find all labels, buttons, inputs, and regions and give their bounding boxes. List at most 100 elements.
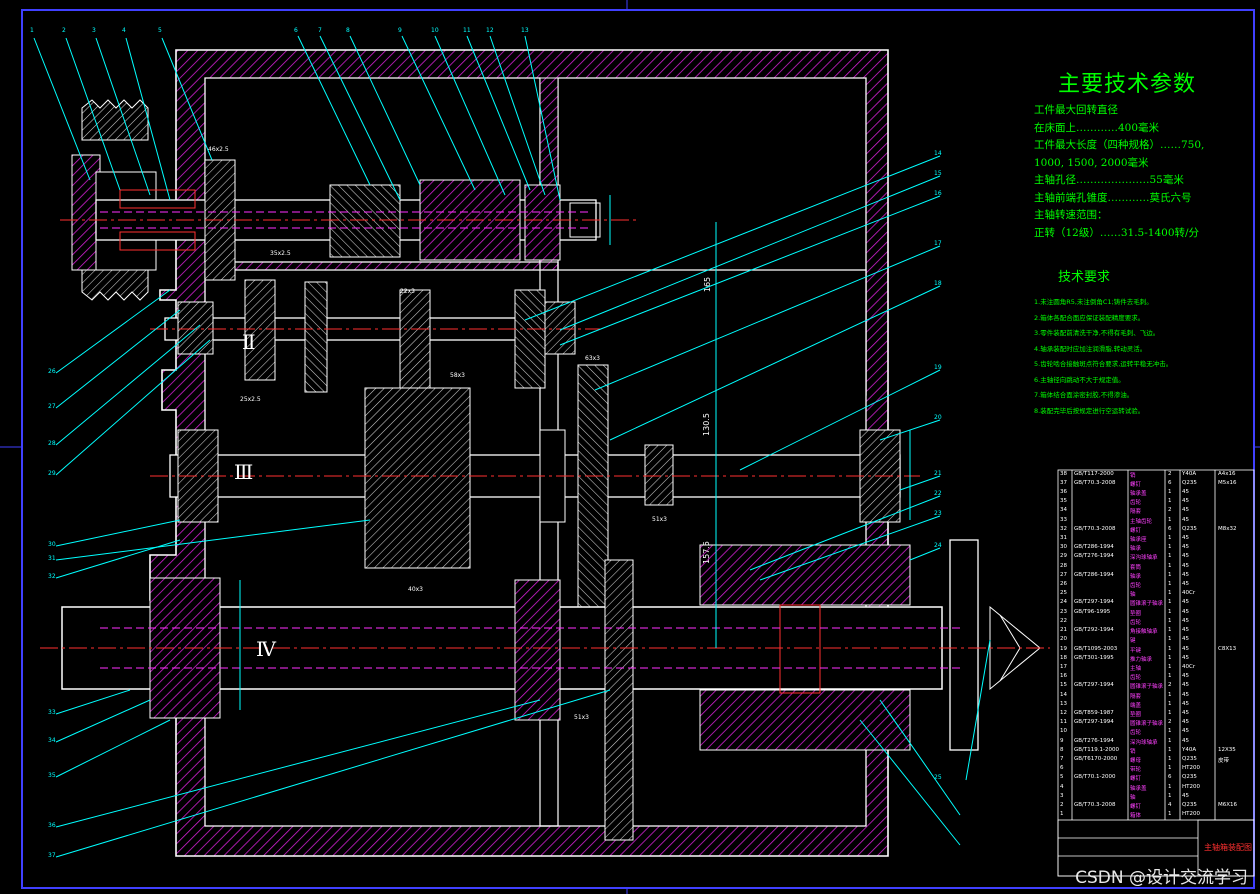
bom-cell: 31: [1060, 534, 1067, 541]
bom-cell: 皮带: [1218, 758, 1230, 765]
bom-cell: 2: [1060, 802, 1064, 809]
bom-cell: 45: [1182, 682, 1189, 689]
bom-cell: 17: [1060, 663, 1067, 670]
callout-number: 15: [934, 170, 942, 177]
callout-number: 7: [318, 27, 322, 34]
bom-cell: 1: [1168, 663, 1172, 670]
bom-cell: 4: [1168, 802, 1172, 809]
bom-cell: 齿轮: [1130, 619, 1142, 626]
callout-number: 30: [48, 541, 56, 548]
bom-cell: 2: [1168, 719, 1172, 726]
dim-gear-6: 63x3: [585, 355, 601, 362]
callout-number: 10: [431, 27, 439, 34]
dim-gear-1: 46x2.5: [208, 146, 229, 153]
bom-cell: 5: [1060, 774, 1064, 781]
bom-cell: 9: [1060, 737, 1064, 744]
bom-cell: 26: [1060, 581, 1067, 588]
dim-gear-5: 51x3: [652, 516, 668, 523]
bom-cell: 带轮: [1130, 767, 1142, 774]
bom-cell: 垫圈: [1130, 711, 1142, 718]
bom-cell: 45: [1182, 792, 1189, 799]
dim-gear-8: 35x2.5: [270, 250, 291, 257]
callout-number: 20: [934, 414, 942, 421]
bom-cell: 1: [1168, 627, 1172, 634]
bom-cell: 齿轮: [1130, 583, 1142, 590]
bom-cell: GB/T1095-2003: [1074, 645, 1118, 652]
bom-cell: 1: [1168, 737, 1172, 744]
bom-cell: 1: [1168, 488, 1172, 495]
bom-cell: 20: [1060, 636, 1067, 643]
bom-cell: 推力轴承: [1130, 656, 1153, 663]
bom-cell: 45: [1182, 534, 1189, 541]
callout-number: 9: [398, 27, 402, 34]
bom-cell: 30: [1060, 544, 1067, 551]
bom-cell: 深沟球轴承: [1130, 739, 1158, 746]
bom-cell: Q235: [1182, 774, 1197, 781]
bom-cell: GB/T859-1987: [1074, 709, 1114, 716]
bom-cell: 10: [1060, 728, 1067, 735]
bom-cell: 1: [1168, 571, 1172, 578]
callout-number: 18: [934, 280, 942, 287]
bom-cell: 45: [1182, 645, 1189, 652]
callout-number: 1: [30, 27, 34, 34]
bom-cell: 销: [1130, 748, 1136, 755]
bom-cell: 45: [1182, 488, 1189, 495]
tech-req-line: 4.轴承装配时应加注润滑脂,转动灵活。: [1034, 344, 1147, 353]
bom-cell: GB/T276-1994: [1074, 553, 1114, 560]
bom-cell: 1: [1168, 562, 1172, 569]
bom-cell: 6: [1168, 525, 1172, 532]
bom-cell: M6X16: [1218, 802, 1238, 809]
bom-cell: 齿轮: [1130, 730, 1142, 737]
bom-cell: GB/T70.3-2008: [1074, 525, 1116, 532]
bom-cell: 45: [1182, 709, 1189, 716]
bom-cell: 1: [1168, 709, 1172, 716]
bom-cell: 4: [1060, 783, 1064, 790]
bom-cell: 2: [1168, 470, 1172, 477]
callout-number: 2: [62, 27, 66, 34]
dim-gear-2: 25x2.5: [240, 396, 261, 403]
bom-cell: 45: [1182, 673, 1189, 680]
title-block-name: 主轴箱装配图: [1204, 843, 1252, 852]
bom-cell: 36: [1060, 488, 1067, 495]
bom-cell: 8: [1060, 746, 1064, 753]
bom-cell: 28: [1060, 562, 1067, 569]
bom-cell: GB/T96-1995: [1074, 608, 1111, 615]
bom-cell: 圆锥滚子轴承: [1130, 721, 1164, 728]
tech-req-line: 5.齿轮啮合接触斑点符合要求,运转平稳无冲击。: [1034, 360, 1173, 368]
shaft-label-4: Ⅳ: [256, 637, 276, 661]
bom-cell: GB/T119.1-2000: [1074, 746, 1119, 753]
bom-cell: 45: [1182, 700, 1189, 707]
bom-cell: 1: [1168, 700, 1172, 707]
bom-cell: 3: [1060, 792, 1064, 799]
bom-cell: 7: [1060, 756, 1064, 763]
callout-number: 24: [934, 542, 942, 549]
callout-number: 36: [48, 822, 56, 829]
bom-cell: 螺钉: [1130, 481, 1142, 488]
callout-number: 5: [158, 27, 162, 34]
bom-cell: GB/T70.3-2008: [1074, 479, 1116, 486]
bom-cell: 1: [1168, 691, 1172, 698]
main-param-line: 主轴前端孔锥度…………莫氏六号: [1034, 191, 1192, 204]
bom-cell: 平键: [1130, 647, 1142, 654]
callout-number: 3: [92, 27, 96, 34]
dim-gear-9: 51x3: [574, 714, 590, 721]
bom-cell: 1: [1168, 765, 1172, 772]
callout-number: 29: [48, 470, 56, 477]
callout-number: 21: [934, 470, 942, 477]
bom-cell: 销: [1130, 472, 1136, 479]
bom-cell: A4x16: [1218, 470, 1236, 477]
bom-cell: 45: [1182, 719, 1189, 726]
bom-cell: 1: [1168, 544, 1172, 551]
callout-number: 35: [48, 772, 56, 779]
bom-cell: 2: [1168, 682, 1172, 689]
callout-number: 27: [48, 403, 56, 410]
bom-cell: 45: [1182, 691, 1189, 698]
bom-cell: GB/T286-1994: [1074, 544, 1114, 551]
bom-cell: 1: [1168, 645, 1172, 652]
bom-cell: 齿轮: [1130, 500, 1142, 507]
bom-cell: 32: [1060, 525, 1067, 532]
tech-req-line: 7.箱体结合面涂密封胶,不得渗油。: [1034, 391, 1134, 399]
bom-cell: 轴承盖: [1130, 785, 1147, 792]
bom-cell: 1: [1168, 608, 1172, 615]
bom-cell: 套筒: [1130, 564, 1142, 571]
